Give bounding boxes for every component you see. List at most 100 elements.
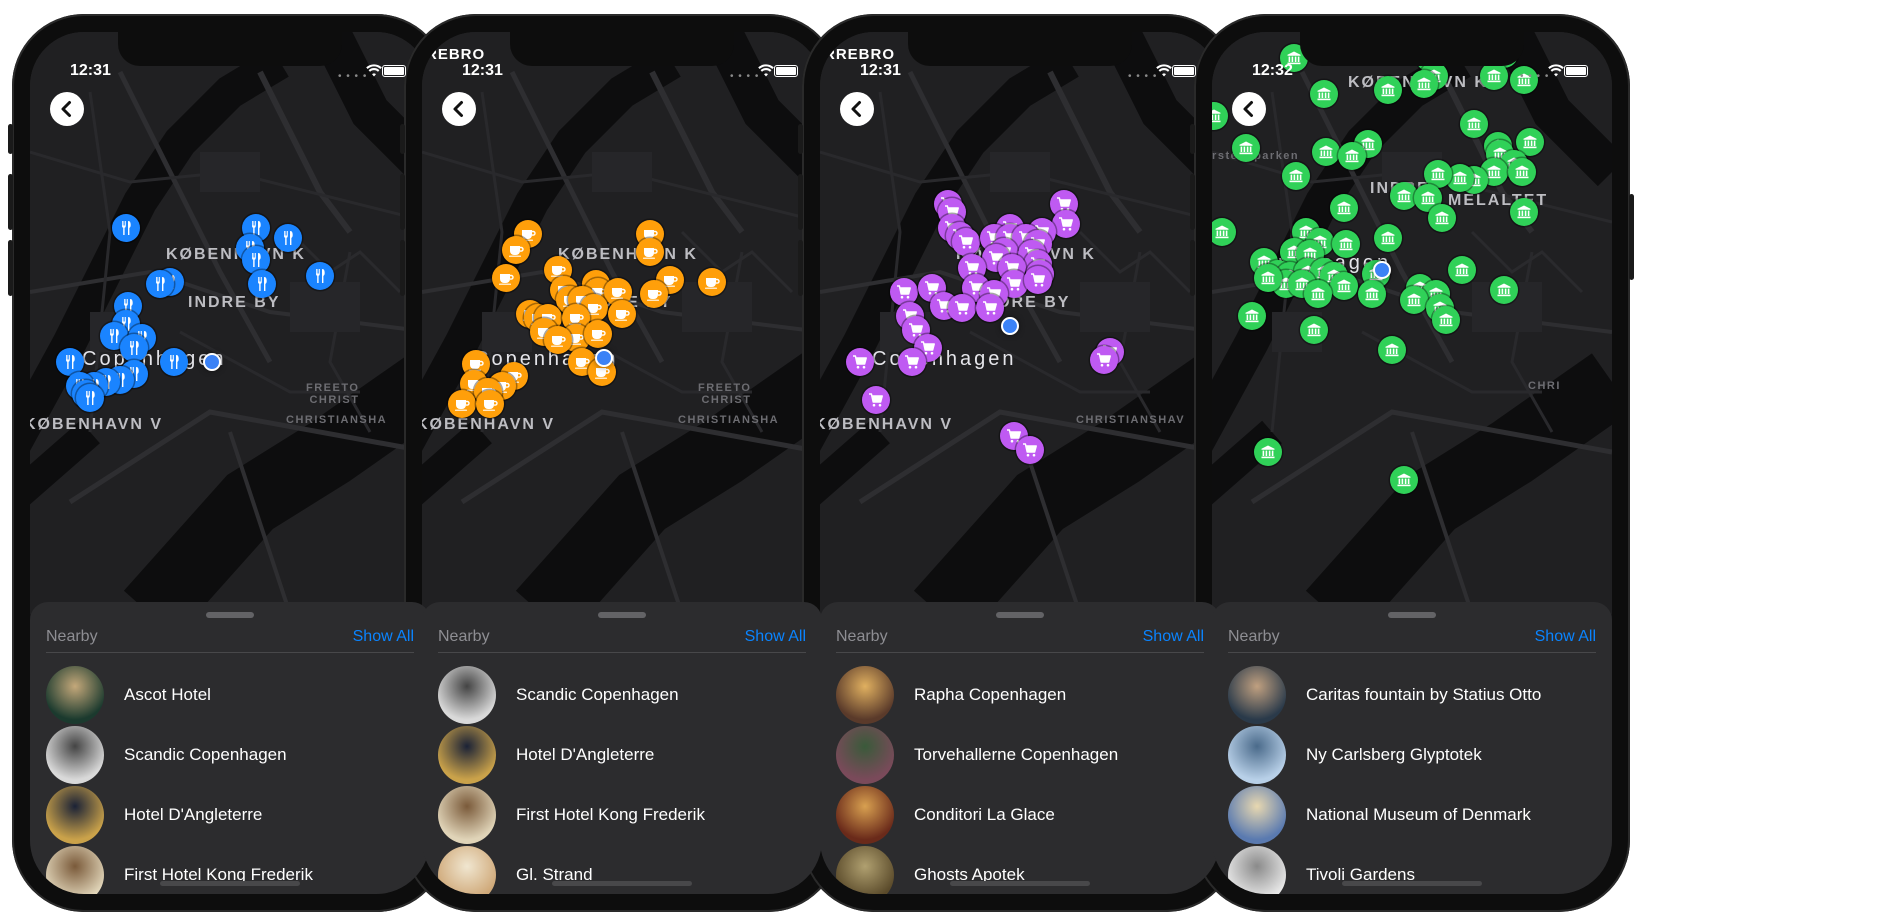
back-button[interactable] bbox=[442, 92, 476, 126]
map-pin[interactable] bbox=[1238, 302, 1266, 330]
status-bar: REBRO 12:31 • • • • bbox=[422, 46, 822, 84]
place-thumbnail bbox=[836, 726, 894, 784]
map-pin[interactable] bbox=[1374, 224, 1402, 252]
nearby-sheet[interactable]: Nearby Show All Rapha Copenhagen Torveha… bbox=[820, 602, 1220, 894]
map-pin[interactable] bbox=[492, 264, 520, 292]
map-pin[interactable] bbox=[636, 238, 664, 266]
nearby-list-item[interactable]: National Museum of Denmark bbox=[1228, 786, 1596, 846]
map-pin[interactable] bbox=[306, 262, 334, 290]
status-bar: 12:31 • • • • bbox=[30, 62, 430, 84]
nearby-list-item[interactable]: Scandic Copenhagen bbox=[46, 726, 414, 786]
map-pin[interactable] bbox=[898, 348, 926, 376]
nearby-list-item[interactable]: Scandic Copenhagen bbox=[438, 666, 806, 726]
place-thumbnail bbox=[836, 846, 894, 894]
nearby-list-item[interactable]: Conditori La Glace bbox=[836, 786, 1204, 846]
show-all-button[interactable]: Show All bbox=[1143, 628, 1204, 646]
map-pin[interactable] bbox=[1390, 466, 1418, 494]
map-pin[interactable] bbox=[1378, 336, 1406, 364]
map-pin[interactable] bbox=[146, 270, 174, 298]
back-button[interactable] bbox=[840, 92, 874, 126]
sheet-grabber[interactable] bbox=[1388, 612, 1436, 618]
nearby-sheet[interactable]: Nearby Show All Scandic Copenhagen Hotel… bbox=[422, 602, 822, 894]
nearby-sheet[interactable]: Nearby Show All Caritas fountain by Stat… bbox=[1212, 602, 1612, 894]
map-pin[interactable] bbox=[248, 270, 276, 298]
map-pin[interactable] bbox=[1358, 280, 1386, 308]
volume-down-button bbox=[8, 240, 13, 296]
nearby-list-item[interactable]: Hotel D'Angleterre bbox=[46, 786, 414, 846]
show-all-button[interactable]: Show All bbox=[1535, 628, 1596, 646]
sheet-header: Nearby Show All bbox=[836, 628, 1204, 653]
nearby-list-item[interactable]: Ny Carlsberg Glyptotek bbox=[1228, 726, 1596, 786]
nearby-sheet[interactable]: Nearby Show All Ascot Hotel Scandic Cope… bbox=[30, 602, 430, 894]
chevron-left-icon bbox=[1243, 101, 1253, 117]
map-pin[interactable] bbox=[1338, 142, 1366, 170]
map-pin[interactable] bbox=[1254, 264, 1282, 292]
map-pin[interactable] bbox=[1432, 306, 1460, 334]
map-pin[interactable] bbox=[1490, 276, 1518, 304]
map-pin[interactable] bbox=[76, 384, 104, 412]
map-pin[interactable] bbox=[1508, 158, 1536, 186]
map-pin[interactable] bbox=[1052, 210, 1080, 238]
map-pin[interactable] bbox=[1460, 110, 1488, 138]
map-pin[interactable] bbox=[112, 214, 140, 242]
place-name: Ny Carlsberg Glyptotek bbox=[1306, 745, 1482, 764]
map-pin[interactable] bbox=[1300, 316, 1328, 344]
map-pin[interactable] bbox=[1330, 194, 1358, 222]
nearby-list-item[interactable]: Caritas fountain by Statius Otto bbox=[1228, 666, 1596, 726]
place-thumbnail bbox=[1228, 786, 1286, 844]
nearby-list-item[interactable]: Ascot Hotel bbox=[46, 666, 414, 726]
map-pin[interactable] bbox=[476, 390, 504, 418]
map-pin[interactable] bbox=[1330, 272, 1358, 300]
map-pin[interactable] bbox=[1400, 286, 1428, 314]
nearby-list-item[interactable]: Tivoli Gardens bbox=[1228, 846, 1596, 894]
map-pin[interactable] bbox=[952, 228, 980, 256]
map-pin[interactable] bbox=[1448, 256, 1476, 284]
volume-up-button bbox=[8, 174, 13, 230]
nearby-list-item[interactable]: Ghosts Apotek bbox=[836, 846, 1204, 894]
map-pin[interactable] bbox=[1232, 134, 1260, 162]
nearby-list-item[interactable]: Hotel D'Angleterre bbox=[438, 726, 806, 786]
map-pin[interactable] bbox=[274, 224, 302, 252]
nearby-list-item[interactable]: Rapha Copenhagen bbox=[836, 666, 1204, 726]
map-pin[interactable] bbox=[448, 390, 476, 418]
nearby-list-item[interactable]: Torvehallerne Copenhagen bbox=[836, 726, 1204, 786]
map-pin[interactable] bbox=[948, 294, 976, 322]
map-pin[interactable] bbox=[1304, 280, 1332, 308]
map-pin[interactable] bbox=[1510, 198, 1538, 226]
show-all-button[interactable]: Show All bbox=[745, 628, 806, 646]
nearby-list-item[interactable]: First Hotel Kong Frederik bbox=[46, 846, 414, 894]
show-all-button[interactable]: Show All bbox=[353, 628, 414, 646]
map-pin[interactable] bbox=[1312, 138, 1340, 166]
map-pin[interactable] bbox=[846, 348, 874, 376]
map-pin[interactable] bbox=[640, 280, 668, 308]
sheet-grabber[interactable] bbox=[206, 612, 254, 618]
sheet-grabber[interactable] bbox=[996, 612, 1044, 618]
map-pin[interactable] bbox=[1332, 230, 1360, 258]
nearby-title: Nearby bbox=[836, 628, 888, 645]
nearby-list-item[interactable]: First Hotel Kong Frederik bbox=[438, 786, 806, 846]
map-view[interactable] bbox=[30, 32, 430, 614]
map-pin[interactable] bbox=[976, 294, 1004, 322]
map-pin[interactable] bbox=[1024, 266, 1052, 294]
map-pin[interactable] bbox=[1310, 80, 1338, 108]
map-pin[interactable] bbox=[608, 300, 636, 328]
nearby-list-item[interactable]: Gl. Strand bbox=[438, 846, 806, 894]
place-thumbnail bbox=[438, 666, 496, 724]
back-button[interactable] bbox=[50, 92, 84, 126]
map-pin[interactable] bbox=[862, 386, 890, 414]
map-pin[interactable] bbox=[1016, 436, 1044, 464]
map-pin[interactable] bbox=[502, 236, 530, 264]
map-pin[interactable] bbox=[698, 268, 726, 296]
map-view[interactable] bbox=[1212, 32, 1612, 614]
map-pin[interactable] bbox=[1090, 346, 1118, 374]
map-pin[interactable] bbox=[160, 348, 188, 376]
map-view[interactable] bbox=[820, 32, 1220, 614]
map-pin[interactable] bbox=[120, 334, 148, 362]
map-pin[interactable] bbox=[544, 326, 572, 354]
map-pin[interactable] bbox=[1428, 204, 1456, 232]
map-pin[interactable] bbox=[1282, 162, 1310, 190]
back-button[interactable] bbox=[1232, 92, 1266, 126]
map-pin[interactable] bbox=[1254, 438, 1282, 466]
sheet-grabber[interactable] bbox=[598, 612, 646, 618]
map-pin[interactable] bbox=[584, 320, 612, 348]
